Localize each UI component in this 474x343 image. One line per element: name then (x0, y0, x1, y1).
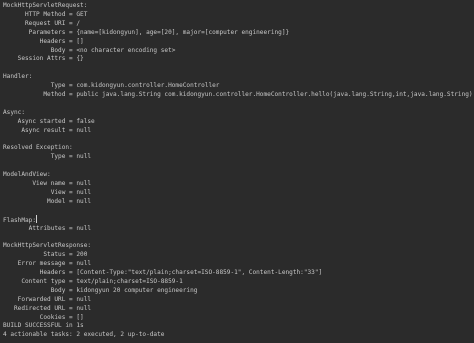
console-line: Redirected URL = null (3, 304, 92, 312)
console-line: Async result = null (3, 126, 92, 134)
console-line: HTTP Method = GET (3, 10, 88, 18)
console-line: Forwarded URL = null (3, 295, 92, 303)
console-line: Content type = text/plain;charset=ISO-88… (3, 277, 183, 285)
console-line: MockHttpServletResponse: (3, 242, 92, 250)
console-line: MockHttpServletRequest: (3, 2, 88, 9)
console-line: 4 actionable tasks: 2 executed, 2 up-to-… (3, 331, 165, 339)
console-line: ModelAndView: (3, 171, 51, 179)
console-line: Headers = [Content-Type:"text/plain;char… (3, 269, 323, 276)
console-line: Resolved Exception: (3, 144, 73, 152)
console-line: Async started = false (3, 117, 95, 125)
console-line: Parameters = {name=[kidongyun], age=[20]… (3, 28, 290, 36)
console-line: Method = public java.lang.String com.kid… (3, 91, 473, 98)
console-line: Model = null (3, 197, 92, 205)
console-line: Attributes = null (3, 224, 92, 232)
console-line: BUILD SUCCESSFUL in 1s (3, 322, 84, 330)
console-line: Async: (3, 108, 26, 116)
console-line: Headers = [] (3, 37, 84, 45)
console-line: Body = kidongyun 20 computer engineering (3, 286, 198, 294)
console-line: View name = null (3, 180, 92, 187)
console-output[interactable]: MockHttpServletRequest: HTTP Method = GE… (0, 0, 474, 343)
console-line: Request URI = / (3, 19, 81, 27)
console-line: View = null (3, 188, 92, 196)
console-line: Type = null (3, 153, 92, 161)
console-line: Handler: (3, 73, 33, 81)
console-line: Body = <no character encoding set> (3, 46, 176, 54)
text-cursor (36, 214, 38, 223)
console-line: Error message = null (3, 260, 92, 268)
console-line: Cookies = [] (3, 313, 84, 321)
console-line: Status = 200 (3, 251, 88, 259)
console-line: FlashMap: (3, 214, 38, 224)
console-line: Type = com.kidongyun.controller.HomeCont… (3, 82, 220, 90)
console-line: Session Attrs = {} (3, 55, 84, 63)
